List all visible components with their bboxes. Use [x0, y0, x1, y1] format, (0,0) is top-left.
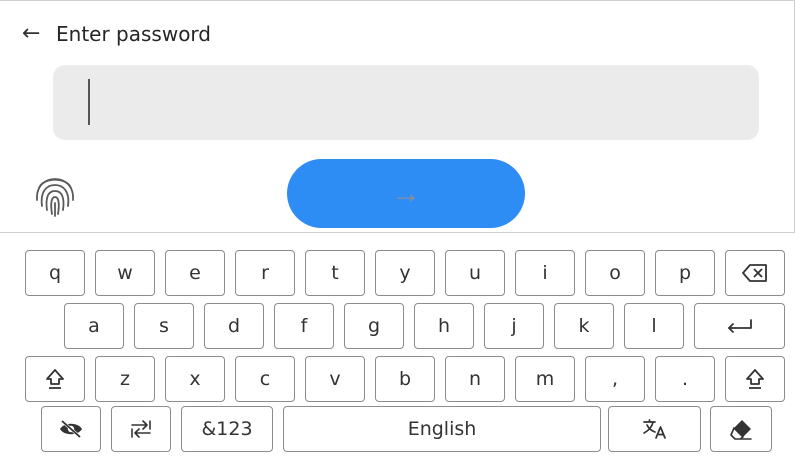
key-a[interactable]: a: [64, 303, 124, 349]
shift-key-left[interactable]: [25, 356, 85, 402]
key-h[interactable]: h: [414, 303, 474, 349]
eye-off-icon: [60, 420, 82, 438]
key-w[interactable]: w: [95, 250, 155, 296]
symbols-key[interactable]: &123: [181, 406, 273, 452]
backspace-icon: [742, 264, 767, 282]
keyboard-switch-icon: [131, 420, 151, 438]
keyboard-divider: [0, 232, 795, 233]
translate-key[interactable]: [608, 406, 701, 452]
key-l[interactable]: l: [624, 303, 684, 349]
keyboard-switch-key[interactable]: [111, 406, 171, 452]
space-bar[interactable]: English: [283, 406, 601, 452]
key-s[interactable]: s: [134, 303, 194, 349]
key-o[interactable]: o: [585, 250, 645, 296]
key-p[interactable]: p: [655, 250, 715, 296]
enter-icon: [727, 319, 752, 333]
key-n[interactable]: n: [445, 356, 505, 402]
password-input[interactable]: [53, 65, 759, 140]
key-e[interactable]: e: [165, 250, 225, 296]
key-r[interactable]: r: [235, 250, 295, 296]
page-title: Enter password: [56, 22, 211, 46]
key-d[interactable]: d: [204, 303, 264, 349]
key-t[interactable]: t: [305, 250, 365, 296]
key-i[interactable]: i: [515, 250, 575, 296]
key-q[interactable]: q: [25, 250, 85, 296]
key-j[interactable]: j: [484, 303, 544, 349]
shift-icon: [746, 369, 764, 389]
key-m[interactable]: m: [515, 356, 575, 402]
key-z[interactable]: z: [95, 356, 155, 402]
eraser-icon: [730, 420, 752, 440]
translate-icon: [642, 419, 666, 439]
key-k[interactable]: k: [554, 303, 614, 349]
key-b[interactable]: b: [375, 356, 435, 402]
key-c[interactable]: c: [235, 356, 295, 402]
key-g[interactable]: g: [344, 303, 404, 349]
text-caret: [88, 79, 90, 125]
top-border: [0, 0, 795, 1]
key-f[interactable]: f: [274, 303, 334, 349]
key-y[interactable]: y: [375, 250, 435, 296]
key-comma[interactable]: ,: [585, 356, 645, 402]
key-x[interactable]: x: [165, 356, 225, 402]
submit-button[interactable]: →: [287, 159, 525, 228]
enter-key[interactable]: [694, 303, 785, 349]
arrow-right-icon: →: [391, 176, 421, 210]
shift-icon: [46, 369, 64, 389]
shift-key-right[interactable]: [725, 356, 785, 402]
hide-keyboard-key[interactable]: [41, 406, 101, 452]
erase-key[interactable]: [710, 406, 772, 452]
backspace-key[interactable]: [725, 250, 785, 296]
header: ← Enter password: [22, 20, 211, 48]
back-arrow-icon[interactable]: ←: [22, 20, 52, 48]
key-u[interactable]: u: [445, 250, 505, 296]
fingerprint-icon[interactable]: [34, 172, 76, 218]
key-v[interactable]: v: [305, 356, 365, 402]
key-period[interactable]: .: [655, 356, 715, 402]
